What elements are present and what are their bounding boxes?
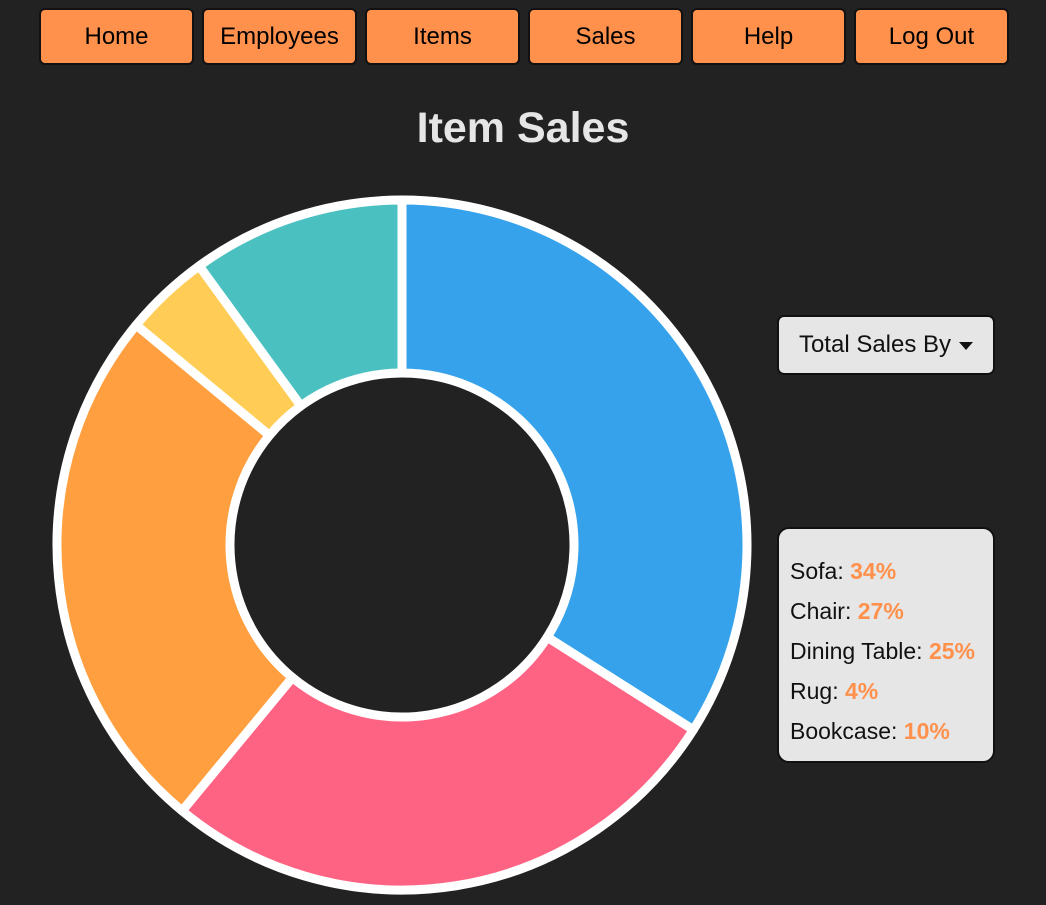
legend-item-rug: Rug: 4% bbox=[790, 678, 879, 704]
legend-value: 27% bbox=[857, 598, 904, 624]
sales-legend: Sofa: 34% Chair: 27% Dining Table: 25% R… bbox=[777, 527, 995, 763]
legend-item-dining-table: Dining Table: 25% bbox=[790, 638, 975, 664]
legend-item-bookcase: Bookcase: 10% bbox=[790, 718, 950, 744]
legend-label: Rug bbox=[790, 678, 833, 704]
page: Home Employees Items Sales Help Log Out … bbox=[0, 0, 1046, 905]
legend-label: Chair bbox=[790, 598, 845, 624]
legend-value: 10% bbox=[903, 718, 950, 744]
dropdown-label: Total Sales By bbox=[798, 331, 952, 358]
nav-logout-button[interactable]: Log Out bbox=[854, 8, 1009, 65]
legend-value: 34% bbox=[850, 558, 897, 584]
total-sales-by-dropdown[interactable]: Total Sales By bbox=[777, 315, 995, 375]
legend-item-chair: Chair: 27% bbox=[790, 598, 904, 624]
legend-label: Sofa bbox=[790, 558, 838, 584]
donut-chart bbox=[52, 195, 752, 895]
legend-item-sofa: Sofa: 34% bbox=[790, 558, 897, 584]
legend-label: Bookcase bbox=[790, 718, 892, 744]
caret-down-icon bbox=[959, 342, 974, 350]
legend-value: 4% bbox=[844, 678, 879, 704]
legend-label: Dining Table bbox=[790, 638, 917, 664]
legend-value: 25% bbox=[928, 638, 975, 664]
